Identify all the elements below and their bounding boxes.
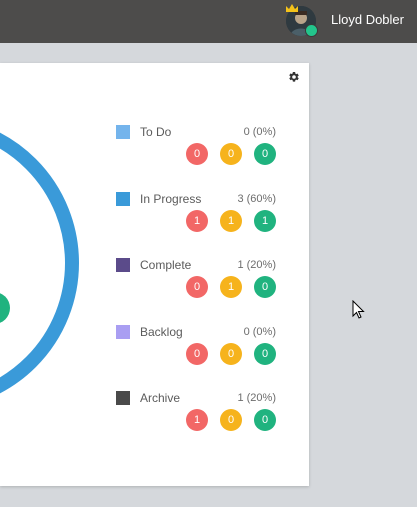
due-soon-count-badge[interactable]: 1 — [220, 210, 242, 232]
status-count: 0 (0%) — [243, 326, 276, 338]
status-count: 0 (0%) — [243, 126, 276, 138]
legend-swatch — [116, 258, 130, 272]
legend-swatch — [116, 391, 130, 405]
status-count: 1 (20%) — [237, 259, 276, 271]
legend-swatch — [116, 192, 130, 206]
due-soon-count-badge[interactable]: 1 — [220, 276, 242, 298]
gear-icon[interactable] — [288, 71, 300, 83]
overdue-count-badge[interactable]: 0 — [186, 276, 208, 298]
mouse-pointer-icon — [352, 300, 365, 319]
overdue-count-badge[interactable]: 0 — [186, 143, 208, 165]
due-soon-count-badge[interactable]: 0 — [220, 343, 242, 365]
legend-item-in-progress[interactable]: In Progress 3 (60%) 1 1 1 — [0, 192, 309, 252]
status-label: To Do — [140, 125, 172, 139]
user-name[interactable]: Lloyd Dobler — [331, 12, 404, 28]
status-count: 1 (20%) — [237, 392, 276, 404]
legend-swatch — [116, 325, 130, 339]
due-soon-count-badge[interactable]: 0 — [220, 409, 242, 431]
overdue-count-badge[interactable]: 0 — [186, 343, 208, 365]
overdue-count-badge[interactable]: 1 — [186, 210, 208, 232]
on-track-count-badge[interactable]: 0 — [254, 343, 276, 365]
legend-item-complete[interactable]: Complete 1 (20%) 0 1 0 — [0, 258, 309, 318]
legend-item-to-do[interactable]: To Do 0 (0%) 0 0 0 — [0, 125, 309, 185]
on-track-count-badge[interactable]: 1 — [254, 210, 276, 232]
crown-icon — [286, 4, 298, 12]
on-track-count-badge[interactable]: 0 — [254, 276, 276, 298]
status-label: Complete — [140, 258, 192, 272]
on-track-count-badge[interactable]: 0 — [254, 143, 276, 165]
status-label: Backlog — [140, 325, 183, 339]
legend-item-archive[interactable]: Archive 1 (20%) 1 0 0 — [0, 391, 309, 451]
on-track-count-badge[interactable]: 0 — [254, 409, 276, 431]
status-label: In Progress — [140, 192, 202, 206]
overdue-count-badge[interactable]: 1 — [186, 409, 208, 431]
due-soon-count-badge[interactable]: 0 — [220, 143, 242, 165]
status-label: Archive — [140, 391, 181, 405]
legend-swatch — [116, 125, 130, 139]
status-count: 3 (60%) — [237, 193, 276, 205]
legend-item-backlog[interactable]: Backlog 0 (0%) 0 0 0 — [0, 325, 309, 385]
online-status-dot — [305, 24, 318, 37]
